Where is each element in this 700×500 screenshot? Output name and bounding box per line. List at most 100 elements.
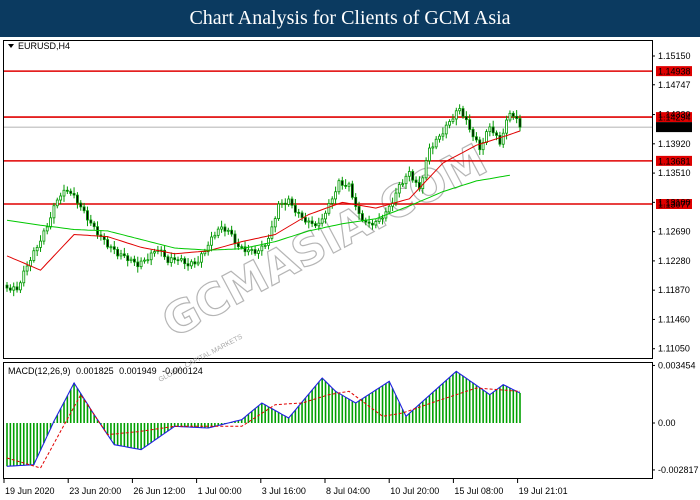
candle-body bbox=[173, 257, 177, 261]
candle-body bbox=[65, 189, 69, 192]
candle-body bbox=[119, 253, 123, 257]
candle-body bbox=[361, 213, 364, 221]
candle-body bbox=[223, 226, 227, 232]
candle-body bbox=[62, 189, 66, 197]
candle-body bbox=[25, 265, 29, 272]
candle-body bbox=[320, 218, 324, 224]
candle-body bbox=[267, 237, 270, 246]
candle-body bbox=[76, 194, 79, 204]
candle-body bbox=[236, 243, 240, 248]
candle-body bbox=[290, 198, 294, 206]
candle-body bbox=[501, 132, 505, 145]
candle-body bbox=[35, 247, 39, 252]
candle-body bbox=[230, 229, 234, 235]
price-axis-label: 1.11050 bbox=[658, 344, 690, 354]
price-axis-label: 1.12280 bbox=[658, 256, 691, 266]
level-tag-label: 1.13681 bbox=[658, 156, 691, 166]
candle bbox=[337, 178, 341, 195]
candle-body bbox=[287, 198, 291, 205]
candle-body bbox=[45, 226, 49, 232]
chart-banner-title: Chart Analysis for Clients of GCM Asia bbox=[0, 0, 700, 37]
candle-body bbox=[371, 222, 374, 226]
candle-body bbox=[424, 160, 428, 179]
candle-body bbox=[213, 234, 217, 238]
candle-body bbox=[203, 251, 207, 255]
candle-body bbox=[280, 202, 284, 205]
candle-body bbox=[273, 218, 277, 228]
candle-body bbox=[210, 236, 213, 246]
price-axis-label: 1.14330 bbox=[658, 110, 691, 120]
candle-body bbox=[283, 202, 287, 205]
price-axis-label: 1.13510 bbox=[658, 168, 691, 178]
candle-body bbox=[247, 249, 250, 253]
candle-body bbox=[381, 217, 384, 220]
current-price-label: 1.14154 bbox=[658, 123, 691, 133]
candle-body bbox=[297, 211, 301, 214]
candle-body bbox=[143, 259, 146, 262]
candle-body bbox=[387, 205, 391, 213]
time-axis-label: 15 Jul 08:00 bbox=[454, 486, 503, 496]
macd-value-signal: 0.001949 bbox=[119, 366, 157, 376]
candle-body bbox=[42, 230, 46, 242]
candle-body bbox=[263, 244, 267, 247]
macd-axis-label: -0.002817 bbox=[658, 465, 699, 475]
candle-body bbox=[515, 115, 519, 119]
candle-body bbox=[102, 236, 106, 241]
candle-body bbox=[340, 180, 344, 186]
candle-body bbox=[19, 282, 22, 291]
candle-body bbox=[327, 203, 331, 214]
time-axis-label: 19 Jun 2020 bbox=[5, 486, 55, 496]
candle-body bbox=[431, 146, 435, 149]
candle-body bbox=[89, 219, 93, 224]
time-axis-label: 8 Jul 04:00 bbox=[326, 486, 370, 496]
candle-body bbox=[69, 190, 73, 194]
candle-body bbox=[377, 217, 381, 222]
candle-body bbox=[126, 255, 130, 262]
macd-value-main: 0.001825 bbox=[76, 366, 114, 376]
candle-body bbox=[196, 261, 200, 265]
candle-body bbox=[344, 184, 348, 187]
candle-body bbox=[307, 220, 311, 223]
candle-body bbox=[106, 239, 109, 248]
candle-body bbox=[72, 193, 76, 196]
candle-body bbox=[448, 121, 451, 126]
candle-body bbox=[133, 258, 136, 263]
candle-body bbox=[139, 260, 143, 268]
candle-body bbox=[304, 217, 307, 223]
candle-body bbox=[129, 258, 133, 262]
candle-body bbox=[441, 133, 445, 137]
candle-body bbox=[52, 205, 56, 219]
candle-body bbox=[337, 180, 341, 193]
candle-body bbox=[330, 198, 334, 204]
candle-body bbox=[149, 252, 153, 261]
candle-body bbox=[491, 126, 495, 134]
candle-body bbox=[464, 116, 468, 121]
candle-body bbox=[240, 246, 244, 249]
price-axis-label: 1.13100 bbox=[658, 197, 691, 207]
candle-body bbox=[411, 171, 415, 181]
candle-body bbox=[39, 240, 42, 248]
level-tag-label: 1.14938 bbox=[658, 67, 691, 77]
svg-text:MACD(12,26,9) 0.001825: MACD(12,26,9) 0.001825 0.001949 -0.00012… bbox=[8, 366, 203, 376]
candle-body bbox=[485, 131, 488, 143]
candle-body bbox=[146, 259, 150, 262]
candle-body bbox=[461, 108, 465, 117]
candle-body bbox=[15, 286, 19, 291]
candle-body bbox=[176, 259, 180, 262]
candle-body bbox=[49, 217, 52, 228]
candle-body bbox=[12, 286, 16, 291]
price-panel-title: EURUSD,H4 bbox=[8, 41, 70, 51]
candle-body bbox=[508, 112, 512, 121]
candle-body bbox=[253, 249, 257, 254]
candle-body bbox=[179, 258, 183, 261]
candle-body bbox=[22, 270, 26, 284]
macd-axis-label: 0.003454 bbox=[658, 360, 696, 370]
time-axis-label: 1 Jul 00:00 bbox=[198, 486, 242, 496]
price-axis-label: 1.14747 bbox=[658, 80, 691, 90]
price-axis-label: 1.15150 bbox=[658, 51, 691, 61]
candle-body bbox=[112, 246, 116, 250]
candle-body bbox=[314, 223, 317, 227]
candle-body bbox=[226, 229, 230, 232]
candle-body bbox=[186, 263, 190, 267]
candle-body bbox=[434, 138, 438, 148]
